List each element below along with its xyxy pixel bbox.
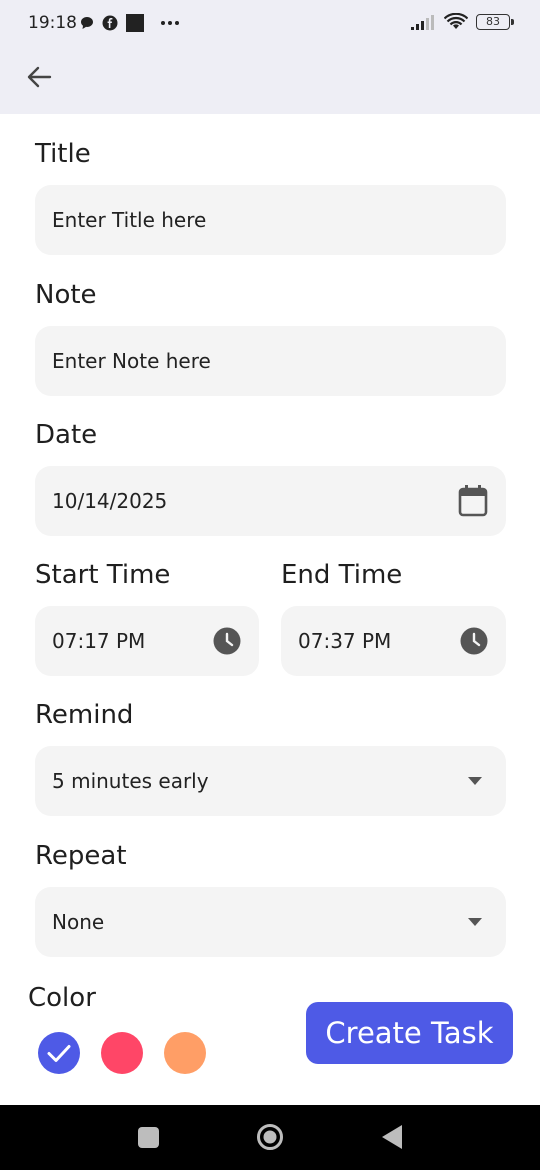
check-icon bbox=[47, 1045, 71, 1062]
end-time-field[interactable]: 07:37 PM bbox=[281, 606, 506, 676]
end-time-picker-button[interactable] bbox=[460, 606, 488, 676]
create-task-button[interactable]: Create Task bbox=[306, 1002, 513, 1064]
date-label: Date bbox=[35, 420, 98, 450]
clock-icon bbox=[460, 627, 488, 655]
system-icons: 83 bbox=[410, 13, 514, 31]
title-placeholder: Enter Title here bbox=[52, 208, 207, 232]
repeat-value: None bbox=[52, 910, 105, 934]
nav-back-button[interactable] bbox=[381, 1124, 403, 1150]
title-label: Title bbox=[35, 139, 91, 169]
status-time: 19:18 bbox=[28, 13, 77, 33]
app-square-icon bbox=[126, 14, 144, 32]
start-time-picker-button[interactable] bbox=[213, 606, 241, 676]
start-time-label: Start Time bbox=[35, 560, 171, 590]
note-label: Note bbox=[35, 280, 97, 310]
date-value: 10/14/2025 bbox=[52, 489, 168, 513]
clock-icon bbox=[213, 627, 241, 655]
back-button[interactable] bbox=[22, 60, 56, 94]
remind-value: 5 minutes early bbox=[52, 769, 209, 793]
title-input[interactable]: Enter Title here bbox=[35, 185, 506, 255]
arrow-back-icon bbox=[27, 66, 52, 88]
caret-down-icon bbox=[468, 777, 482, 785]
home-button[interactable] bbox=[256, 1123, 284, 1151]
repeat-dropdown[interactable]: None bbox=[35, 887, 506, 957]
facebook-icon bbox=[102, 15, 118, 31]
calendar-button[interactable] bbox=[458, 466, 488, 536]
color-swatch-2[interactable] bbox=[101, 1032, 143, 1074]
notification-icons bbox=[80, 14, 180, 32]
color-swatch-1[interactable] bbox=[38, 1032, 80, 1074]
calendar-icon bbox=[458, 485, 488, 517]
recent-apps-button[interactable] bbox=[138, 1127, 159, 1148]
note-placeholder: Enter Note here bbox=[52, 349, 211, 373]
end-time-value: 07:37 PM bbox=[298, 629, 392, 653]
app-bar bbox=[0, 48, 540, 114]
color-label: Color bbox=[28, 983, 96, 1013]
note-input[interactable]: Enter Note here bbox=[35, 326, 506, 396]
start-time-value: 07:17 PM bbox=[52, 629, 146, 653]
remind-dropdown[interactable]: 5 minutes early bbox=[35, 746, 506, 816]
chat-bubble-icon bbox=[81, 17, 93, 29]
status-bar: 19:18 83 bbox=[0, 0, 540, 48]
signal-icon bbox=[411, 15, 434, 30]
repeat-label: Repeat bbox=[35, 841, 127, 871]
color-swatch-3[interactable] bbox=[164, 1032, 206, 1074]
repeat-dropdown-arrow[interactable] bbox=[468, 887, 482, 957]
caret-down-icon bbox=[468, 918, 482, 926]
start-time-field[interactable]: 07:17 PM bbox=[35, 606, 259, 676]
remind-label: Remind bbox=[35, 700, 134, 730]
date-field[interactable]: 10/14/2025 bbox=[35, 466, 506, 536]
end-time-label: End Time bbox=[281, 560, 403, 590]
more-dots-icon bbox=[161, 21, 179, 25]
battery-icon: 83 bbox=[476, 14, 514, 30]
wifi-icon bbox=[444, 13, 468, 29]
remind-dropdown-arrow[interactable] bbox=[468, 746, 482, 816]
